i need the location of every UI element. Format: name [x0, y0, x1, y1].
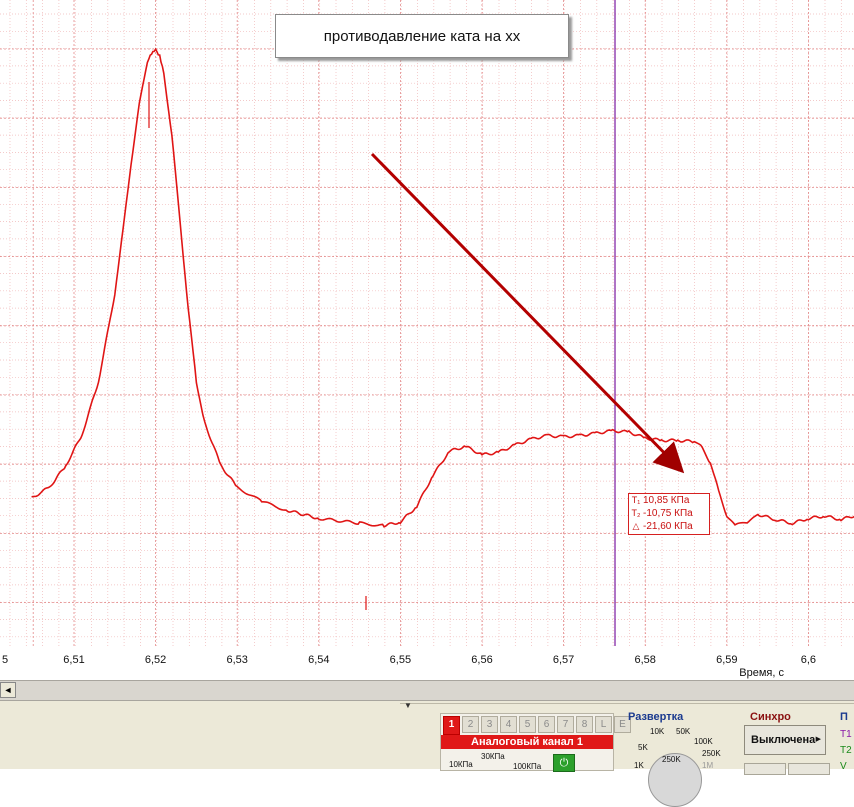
control-panel: ▼ 1 2 3 4 5 6 7 8 L E Аналоговый канал 1…	[0, 701, 854, 807]
x-tick-label: 6,56	[471, 654, 493, 666]
sync-title: Синхро	[750, 711, 791, 723]
scale-label-100: 100КПа	[513, 762, 542, 771]
tab-channel-7[interactable]: 7	[557, 716, 574, 733]
x-tick-label: 6,53	[226, 654, 248, 666]
side-t1-label: T1	[840, 729, 852, 740]
x-tick-label: 6,54	[308, 654, 330, 666]
sync-block: Синхро Выключена ▶	[740, 711, 832, 775]
cursor-t2-row: T₂ -10,75 КПа	[629, 507, 709, 520]
side-v-label: V	[840, 761, 847, 772]
sync-mode-value: Выключена	[751, 734, 816, 746]
side-panel-title: П	[840, 711, 848, 723]
channel-title: Аналоговый канал 1	[441, 735, 613, 749]
horizontal-scrollbar[interactable]: ◄	[0, 680, 854, 701]
annotation-box[interactable]: противодавление ката на хх	[275, 14, 569, 58]
dropdown-arrow-icon: ▶	[815, 736, 821, 743]
analog-channel-block: 1 2 3 4 5 6 7 8 L E Аналоговый канал 1 1…	[440, 713, 631, 772]
scale-label-30: 30КПа	[481, 752, 505, 761]
sweep-label-100k: 100K	[694, 737, 713, 746]
panel-divider	[400, 703, 854, 710]
power-icon[interactable]: ⏻	[553, 754, 575, 772]
x-tick-label: 6,58	[634, 654, 656, 666]
tab-channel-1[interactable]: 1	[443, 716, 460, 735]
x-tick-label: 6,52	[144, 654, 167, 666]
plot-area[interactable]: противодавление ката на хх T₁ 10,85 КПа …	[0, 0, 854, 646]
cursor-t2-value: -10,75 КПа	[643, 508, 693, 519]
sync-button-right[interactable]	[788, 763, 830, 775]
scale-label-10: 10КПа	[449, 760, 473, 769]
delta-icon: △	[632, 521, 640, 531]
sync-button-left[interactable]	[744, 763, 786, 775]
sweep-block: Развертка 10K 50K 100K 5K 250K 250K 1K 1…	[620, 711, 736, 807]
sweep-label-50k: 50K	[676, 727, 691, 736]
tab-channel-5[interactable]: 5	[519, 716, 536, 733]
cursor-delta-row: △ -21,60 КПа	[629, 520, 709, 533]
tab-channel-l[interactable]: L	[595, 716, 612, 733]
sync-mode-dropdown[interactable]: Выключена ▶	[744, 725, 826, 755]
tab-channel-2[interactable]: 2	[462, 716, 479, 733]
x-axis: 5 6,51 6,52 6,53 6,54 6,55 6,56 6,57 6,58 6,59 6,6…	[0, 646, 854, 680]
tab-channel-6[interactable]: 6	[538, 716, 555, 733]
side-panel-block: П T1 T2 V	[834, 711, 854, 772]
sweep-label-250k-current: 250K	[662, 755, 681, 764]
cursor-t2-icon: T₂	[631, 508, 641, 518]
annotation-arrow	[370, 152, 685, 474]
x-tick-label: 6,6	[800, 654, 817, 666]
chart-svg	[0, 0, 854, 646]
sweep-label-5k: 5K	[638, 743, 648, 752]
cursor-t1-icon: T₁	[631, 495, 641, 505]
side-t2-label: T2	[840, 745, 852, 756]
cursor-t1-value: 10,85 КПа	[643, 495, 690, 506]
channel-tabs: 1 2 3 4 5 6 7 8 L E	[443, 716, 631, 735]
x-tick-label: 5	[2, 654, 9, 666]
tab-channel-8[interactable]: 8	[576, 716, 593, 733]
x-tick-label: 6,55	[389, 654, 412, 666]
x-tick-label: 6,51	[63, 654, 85, 666]
cursor-readout: T₁ 10,85 КПа T₂ -10,75 КПа △ -21,60 КПа	[628, 493, 710, 535]
series-line-0	[31, 47, 854, 528]
tab-channel-3[interactable]: 3	[481, 716, 498, 733]
cursor-delta-value: -21,60 КПа	[643, 521, 693, 532]
x-tick-label: 6,59	[716, 654, 738, 666]
x-axis-title: Время, с	[739, 667, 784, 679]
sweep-label-250k-outer: 250K	[702, 749, 721, 758]
scroll-left-button[interactable]: ◄	[0, 682, 16, 698]
annotation-text: противодавление ката на хх	[323, 27, 521, 45]
x-tick-label: 6,57	[552, 654, 575, 666]
collapse-arrow-icon[interactable]: ▼	[404, 701, 412, 710]
sweep-title: Развертка	[628, 711, 684, 723]
tab-channel-4[interactable]: 4	[500, 716, 517, 733]
cursor-t1-row: T₁ 10,85 КПа	[629, 494, 709, 507]
sweep-label-10k: 10K	[650, 727, 665, 736]
